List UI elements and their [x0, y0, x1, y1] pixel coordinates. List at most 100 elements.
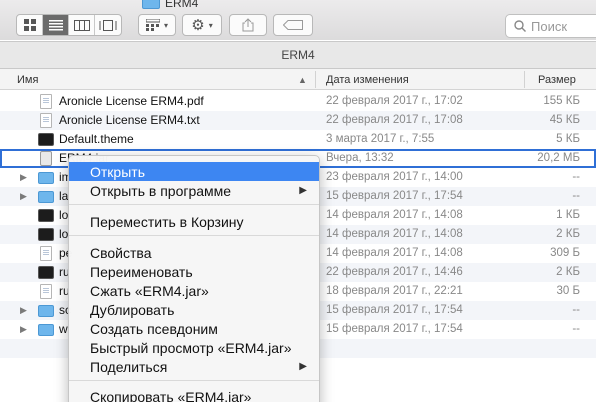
- share-button[interactable]: [229, 14, 267, 36]
- terminal-icon: [38, 209, 54, 222]
- menu-item-label: Создать псевдоним: [90, 320, 218, 337]
- tags-button[interactable]: [273, 14, 313, 36]
- terminal-icon: [38, 133, 54, 146]
- disclosure-triangle-icon[interactable]: ▶: [20, 305, 27, 316]
- chevron-down-icon: ▾: [163, 20, 168, 30]
- tag-icon: [283, 20, 303, 30]
- file-size: --: [572, 323, 580, 335]
- menu-item-label: Открыть в программе: [90, 182, 232, 199]
- menu-separator: [69, 204, 319, 205]
- column-view-button[interactable]: [69, 15, 95, 35]
- column-divider[interactable]: [315, 71, 316, 88]
- file-name: Aronicle License ERM4.pdf: [59, 94, 204, 108]
- file-date: 15 февраля 2017 г., 17:54: [326, 190, 463, 202]
- search-placeholder: Поиск: [531, 18, 568, 34]
- file-size: 309 Б: [550, 247, 580, 259]
- menu-item-compress[interactable]: Сжать «ERM4.jar»: [69, 281, 319, 300]
- file-size: 30 Б: [556, 285, 580, 297]
- menu-item-copy[interactable]: Скопировать «ERM4.jar»: [69, 387, 319, 402]
- date-column-label: Дата изменения: [326, 73, 409, 86]
- menu-item-label: Поделиться: [90, 358, 168, 375]
- menu-item-label: Скопировать «ERM4.jar»: [90, 388, 252, 402]
- menu-item-duplicate[interactable]: Дублировать: [69, 300, 319, 319]
- text-icon: [40, 113, 52, 128]
- file-name: Default.theme: [59, 132, 134, 146]
- folder-icon: [38, 305, 54, 317]
- terminal-icon: [38, 228, 54, 241]
- size-column-header[interactable]: Размер: [538, 69, 576, 90]
- jar-icon: [40, 151, 52, 166]
- file-row[interactable]: Aronicle License ERM4.pdf 22 февраля 201…: [0, 92, 596, 111]
- column-divider[interactable]: [524, 71, 525, 88]
- column-headers: Имя ▲ Дата изменения Размер: [0, 69, 596, 90]
- menu-item-label: Свойства: [90, 244, 152, 261]
- menu-item-share[interactable]: Поделиться ▶: [69, 357, 319, 376]
- search-field[interactable]: Поиск: [505, 14, 596, 38]
- view-mode-control: [16, 14, 122, 36]
- icon-view-button[interactable]: [17, 15, 43, 35]
- submenu-arrow-icon: ▶: [299, 185, 307, 196]
- menu-item-quick-look[interactable]: Быстрый просмотр «ERM4.jar»: [69, 338, 319, 357]
- menu-item-label: Переместить в Корзину: [90, 213, 244, 230]
- window-title: ERM4: [142, 0, 199, 10]
- file-name: la: [59, 189, 69, 203]
- text-icon: [40, 246, 52, 261]
- file-date: 18 февраля 2017 г., 22:21: [326, 285, 463, 297]
- file-date: 15 февраля 2017 г., 17:54: [326, 323, 463, 335]
- file-size: --: [572, 171, 580, 183]
- name-column-header[interactable]: Имя: [17, 69, 38, 90]
- file-date: 23 февраля 2017 г., 14:00: [326, 171, 463, 183]
- path-title-bar: ERM4: [0, 41, 596, 69]
- columns-icon: [73, 19, 90, 31]
- file-size: 2 КБ: [556, 266, 580, 278]
- action-button[interactable]: ⚙ ▾: [182, 14, 222, 36]
- disclosure-triangle-icon[interactable]: ▶: [20, 324, 27, 335]
- share-icon: [242, 18, 254, 32]
- date-column-header[interactable]: Дата изменения: [326, 69, 409, 90]
- file-date: 14 февраля 2017 г., 14:08: [326, 247, 463, 259]
- menu-item-move-to-trash[interactable]: Переместить в Корзину: [69, 212, 319, 231]
- search-icon: [514, 20, 526, 32]
- file-date: 14 февраля 2017 г., 14:08: [326, 209, 463, 221]
- file-date: Вчера, 13:32: [326, 152, 394, 164]
- list-view-button[interactable]: [43, 15, 69, 35]
- context-menu: Открыть Открыть в программе ▶ Переместит…: [68, 155, 320, 402]
- menu-separator: [69, 380, 319, 381]
- file-date: 22 февраля 2017 г., 17:02: [326, 95, 463, 107]
- gallery-view-button[interactable]: [95, 15, 121, 35]
- file-size: 45 КБ: [549, 114, 580, 126]
- arrange-button[interactable]: ▾: [138, 14, 176, 36]
- sort-ascending-icon: ▲: [298, 74, 307, 85]
- menu-item-rename[interactable]: Переименовать: [69, 262, 319, 281]
- menu-item-label: Быстрый просмотр «ERM4.jar»: [90, 339, 292, 356]
- folder-icon: [38, 172, 54, 184]
- file-name: w: [59, 322, 68, 336]
- menu-item-get-info[interactable]: Свойства: [69, 243, 319, 262]
- finder-toolbar: ERM4 ▾ ⚙ ▾ Поиск: [0, 0, 596, 40]
- menu-item-open[interactable]: Открыть: [69, 162, 319, 181]
- icon-grid-icon: [23, 19, 36, 31]
- menu-item-label: Дублировать: [90, 301, 175, 318]
- file-date: 22 февраля 2017 г., 14:46: [326, 266, 463, 278]
- file-size: --: [572, 304, 580, 316]
- disclosure-triangle-icon[interactable]: ▶: [20, 172, 27, 183]
- menu-item-open-with[interactable]: Открыть в программе ▶: [69, 181, 319, 200]
- menu-separator: [69, 235, 319, 236]
- file-date: 14 февраля 2017 г., 14:08: [326, 228, 463, 240]
- file-date: 15 февраля 2017 г., 17:54: [326, 304, 463, 316]
- size-column-label: Размер: [538, 73, 576, 86]
- disclosure-triangle-icon[interactable]: ▶: [20, 191, 27, 202]
- menu-item-label: Открыть: [90, 163, 145, 180]
- file-name: lo: [59, 227, 69, 241]
- file-size: --: [572, 190, 580, 202]
- file-row[interactable]: Default.theme 3 марта 2017 г., 7:55 5 КБ: [0, 130, 596, 149]
- gear-icon: ⚙: [191, 17, 205, 34]
- text-icon: [40, 284, 52, 299]
- file-size: 2 КБ: [556, 228, 580, 240]
- file-name: Aronicle License ERM4.txt: [59, 113, 200, 127]
- window-title-text: ERM4: [165, 0, 199, 10]
- menu-item-make-alias[interactable]: Создать псевдоним: [69, 319, 319, 338]
- submenu-arrow-icon: ▶: [299, 361, 307, 372]
- terminal-icon: [38, 266, 54, 279]
- file-row[interactable]: Aronicle License ERM4.txt 22 февраля 201…: [0, 111, 596, 130]
